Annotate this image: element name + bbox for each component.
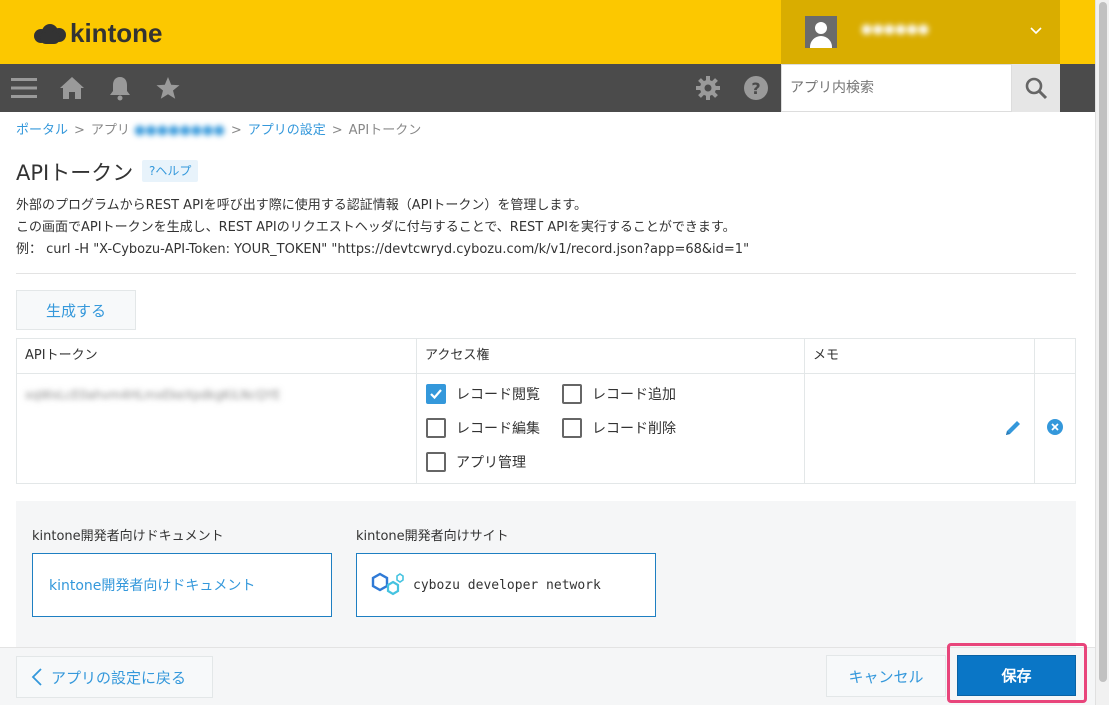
chevron-left-icon: [31, 668, 42, 686]
help-icon[interactable]: ?: [742, 64, 770, 112]
logo-text: kintone: [70, 17, 163, 48]
permission-add-checkbox[interactable]: レコード追加: [562, 384, 676, 404]
checkbox-checked: [426, 384, 446, 404]
access-cell: レコード閲覧 レコード追加 レコード編集 レコード削除 アプリ管理: [417, 374, 805, 483]
gear-icon[interactable]: [694, 64, 722, 112]
breadcrumb: ポータル > アプリ ●●●●●●●● > アプリの設定 > APIトークン: [16, 123, 422, 138]
table-row: xqWxLcE0ahvm4HLmxEkeXpdkgKiLNcQYE レコード閲覧…: [17, 374, 1075, 483]
description-line: 外部のプログラムからREST APIを呼び出す際に使用する認証情報（APIトーク…: [16, 198, 588, 213]
column-header-token: APIトークン: [17, 339, 417, 373]
description-example: 例： curl -H "X-Cybozu-API-Token: YOUR_TOK…: [16, 242, 750, 257]
divider: [16, 273, 1076, 274]
save-button[interactable]: 保存: [957, 655, 1076, 696]
column-header-access: アクセス権: [417, 339, 805, 373]
checkbox-unchecked: [426, 418, 446, 438]
breadcrumb-app-settings[interactable]: アプリの設定: [248, 123, 326, 138]
developer-resources: kintone開発者向けドキュメント kintone開発者向けドキュメント ki…: [16, 501, 1076, 647]
permission-edit-checkbox[interactable]: レコード編集: [426, 418, 540, 438]
doc-section-title: kintone開発者向けドキュメント: [32, 529, 224, 544]
search-button[interactable]: [1012, 64, 1060, 112]
delete-token-icon[interactable]: [1047, 419, 1063, 435]
checkbox-unchecked: [426, 452, 446, 472]
cancel-button[interactable]: キャンセル: [826, 655, 946, 697]
vertical-scrollbar[interactable]: [1095, 0, 1109, 705]
memo-cell: [805, 374, 1035, 483]
page-title: APIトークン: [16, 161, 134, 185]
checkbox-unchecked: [562, 384, 582, 404]
permission-app-admin-checkbox[interactable]: アプリ管理: [426, 452, 526, 472]
checkbox-unchecked: [562, 418, 582, 438]
back-to-settings-button[interactable]: アプリの設定に戻る: [16, 656, 213, 698]
chevron-down-icon: [1030, 27, 1042, 35]
svg-text:?: ?: [751, 79, 760, 98]
actions-cell: [1035, 374, 1075, 483]
app-header: kintone ●●●●●●: [0, 0, 1095, 64]
permission-view-checkbox[interactable]: レコード閲覧: [426, 384, 540, 404]
description-line: この画面でAPIトークンを生成し、REST APIのリクエストヘッダに付与するこ…: [16, 220, 736, 235]
user-name: ●●●●●●: [861, 22, 930, 37]
table-header: APIトークン アクセス権 メモ: [17, 339, 1075, 374]
search-icon: [1025, 77, 1048, 100]
home-icon[interactable]: [58, 64, 86, 112]
star-icon[interactable]: [154, 64, 182, 112]
pencil-icon[interactable]: [1003, 418, 1023, 438]
help-link[interactable]: ?ヘルプ: [142, 160, 199, 182]
breadcrumb-current: APIトークン: [348, 123, 422, 138]
breadcrumb-app-name[interactable]: ●●●●●●●●: [134, 123, 225, 138]
menu-icon[interactable]: [10, 64, 38, 112]
permission-delete-checkbox[interactable]: レコード削除: [562, 418, 676, 438]
scrollbar-thumb[interactable]: [1099, 2, 1107, 682]
avatar: [805, 16, 837, 48]
developer-network-link[interactable]: cybozu developer network: [356, 553, 656, 617]
cloud-logo-icon: [34, 22, 66, 44]
check-icon: [430, 389, 442, 400]
site-section-title: kintone開発者向けサイト: [356, 529, 509, 544]
app-search-input[interactable]: [781, 64, 1012, 112]
user-menu[interactable]: ●●●●●●: [781, 0, 1060, 64]
bell-icon[interactable]: [106, 64, 134, 112]
token-value: xqWxLcE0ahvm4HLmxEkeXpdkgKiLNcQYE: [25, 388, 281, 402]
developer-docs-link[interactable]: kintone開発者向けドキュメント: [32, 553, 332, 617]
generate-token-button[interactable]: 生成する: [16, 290, 136, 330]
column-header-actions: [1035, 339, 1075, 373]
token-cell: xqWxLcE0ahvm4HLmxEkeXpdkgKiLNcQYE: [17, 374, 417, 483]
breadcrumb-app: アプリ: [90, 123, 130, 138]
kintone-logo[interactable]: kintone: [34, 17, 162, 49]
breadcrumb-portal[interactable]: ポータル: [16, 123, 68, 138]
token-table: APIトークン アクセス権 メモ xqWxLcE0ahvm4HLmxEkeXpd…: [16, 338, 1076, 484]
column-header-memo: メモ: [805, 339, 1035, 373]
cybozu-network-icon: [371, 572, 404, 596]
action-footer: アプリの設定に戻る キャンセル 保存: [0, 643, 1095, 705]
global-toolbar: ?: [0, 64, 1095, 112]
page-description: 外部のプログラムからREST APIを呼び出す際に使用する認証情報（APIトーク…: [16, 195, 749, 261]
